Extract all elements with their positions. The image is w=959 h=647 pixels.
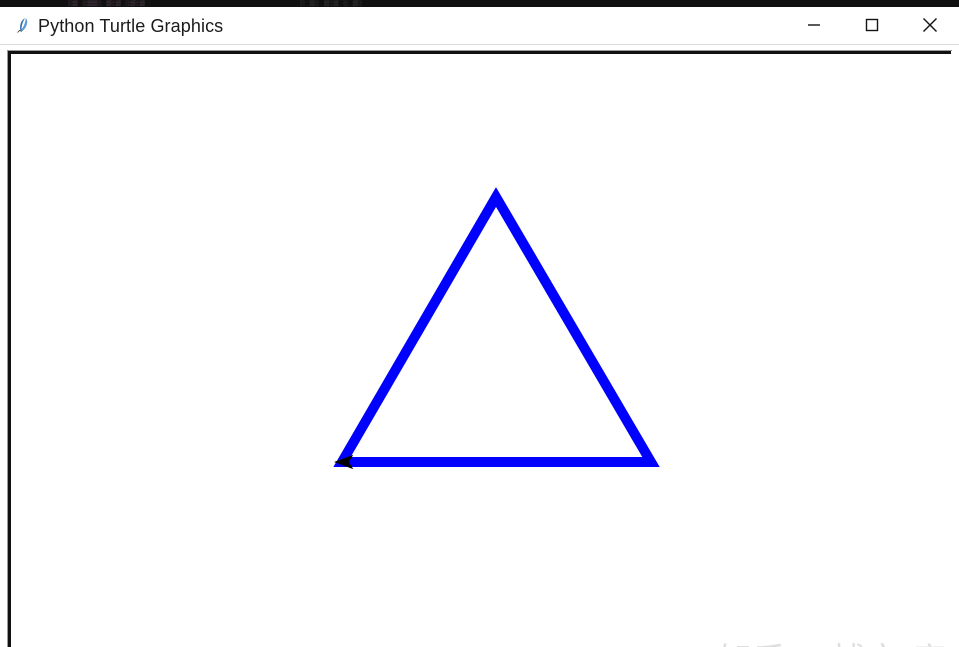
- window-title: Python Turtle Graphics: [38, 16, 224, 36]
- titlebar[interactable]: Python Turtle Graphics: [0, 7, 959, 45]
- drawn-triangle: [333, 187, 660, 467]
- close-button[interactable]: [901, 7, 959, 45]
- close-icon: [922, 17, 938, 36]
- background-strip-text-right: ░ ▒░ ▒░▒ ░ ▒░: [300, 0, 363, 7]
- maximize-icon: [865, 18, 879, 35]
- turtle-drawing-canvas[interactable]: [11, 54, 952, 647]
- turtle-graphics-window: ░▒ ░▒▒░ ▒░▒ ░▒░▒ ░ ▒░ ▒░▒ ░ ▒░ Python Tu…: [0, 0, 959, 647]
- maximize-button[interactable]: [843, 7, 901, 45]
- background-window-strip: ░▒ ░▒▒░ ▒░▒ ░▒░▒ ░ ▒░ ▒░▒ ░ ▒░: [0, 0, 959, 7]
- background-strip-text-left: ░▒ ░▒▒░ ▒░▒ ░▒░▒: [68, 0, 145, 7]
- python-feather-icon: [12, 15, 34, 37]
- minimize-button[interactable]: [785, 7, 843, 45]
- minimize-icon: [807, 18, 821, 35]
- window-controls: [785, 7, 959, 45]
- canvas-frame: 知乎 @博文-宇辰 @51CTO博客: [7, 50, 952, 647]
- titlebar-divider: [0, 44, 959, 45]
- canvas-viewport: 知乎 @博文-宇辰 @51CTO博客: [11, 54, 952, 647]
